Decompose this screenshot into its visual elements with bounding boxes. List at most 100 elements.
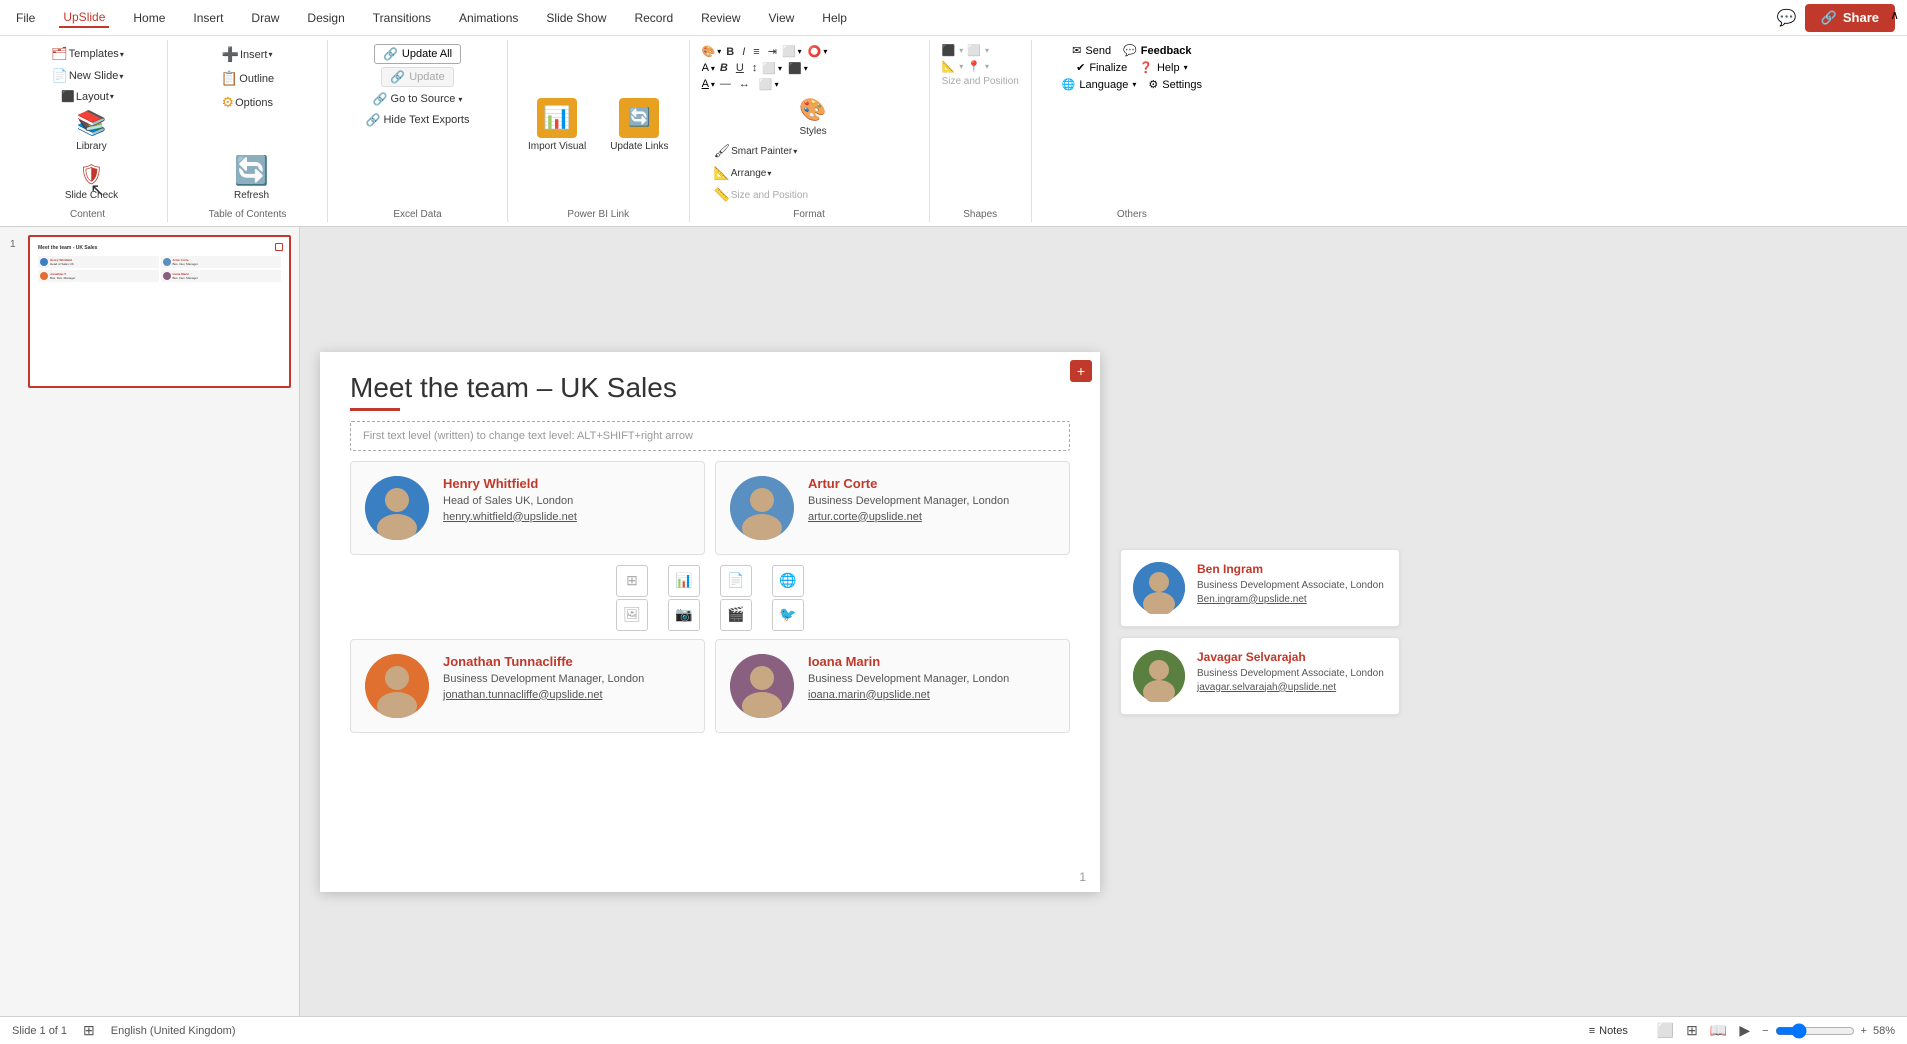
slide-thumbnail-1[interactable]: Meet the team - UK Sales Henry Whitfield… [28,235,291,388]
menu-animations[interactable]: Animations [455,9,522,27]
icon-image[interactable]: 🖼 [616,599,648,631]
icon-camera[interactable]: 📷 [668,599,700,631]
line-btn[interactable]: — [717,77,734,91]
styles-button[interactable]: 🎨 Styles [710,93,917,141]
cols-dropdown[interactable]: ▾ [775,80,779,89]
icon-chart[interactable]: 📊 [668,565,700,597]
update-links-button[interactable]: 🔄 Update Links [602,94,676,156]
language-icon: 🌐 [1062,78,1076,91]
update-all-button[interactable]: 🔗 Update All [374,44,461,64]
options-button[interactable]: ⚙ Options [218,92,278,113]
hide-text-exports-button[interactable]: 🔗 Hide Text Exports [362,111,474,129]
feedback-button[interactable]: 💬 Feedback [1123,44,1191,57]
import-visual-icon: 📊 [537,98,577,138]
shape-pos-dropdown[interactable]: ▾ [985,62,989,71]
menu-review[interactable]: Review [697,9,744,27]
finalize-button[interactable]: ✔ Finalize [1076,61,1127,74]
avatar-artur [730,476,794,540]
list-btn[interactable]: ≡ [750,45,762,59]
shapes-dropdown[interactable]: ▾ [823,47,827,56]
outline-button[interactable]: 📋 Outline [217,68,278,89]
icon-table[interactable]: ⊞ [616,565,648,597]
align-left-dropdown[interactable]: ▾ [778,64,782,73]
view-reading-icon[interactable]: 📖 [1710,1022,1727,1039]
slide-title-underline [350,408,400,411]
go-to-source-label: Go to Source [391,93,456,105]
templates-button[interactable]: 🗂 Templates ▾ [47,44,128,64]
icon-globe[interactable]: 🌐 [772,565,804,597]
library-button[interactable]: 📚 Library [68,105,116,156]
right-card-javagar[interactable]: Javagar Selvarajah Business Development … [1120,637,1400,715]
slide-add-button[interactable]: + [1070,360,1092,382]
table-dropdown[interactable]: ▾ [804,64,808,73]
slide-placeholder[interactable]: First text level (written) to change tex… [350,421,1070,451]
go-to-source-dropdown: ▾ [458,95,462,104]
fill-dropdown[interactable]: ▾ [717,47,721,56]
menu-upslide[interactable]: UpSlide [59,8,109,28]
insert-button[interactable]: ➕ Insert ▾ [218,44,278,65]
underline-dropdown[interactable]: ▾ [711,80,715,89]
underline-color-icon: A [702,78,709,90]
arrange-button[interactable]: 📐 Arrange ▾ [710,163,917,183]
menu-slideshow[interactable]: Slide Show [542,9,610,27]
team-card-artur[interactable]: Artur Corte Business Development Manager… [715,461,1070,555]
import-visual-button[interactable]: 📊 Import Visual [520,94,594,156]
team-card-ioana[interactable]: Ioana Marin Business Development Manager… [715,639,1070,733]
menu-view[interactable]: View [765,9,799,27]
go-to-source-button[interactable]: 🔗 Go to Source ▾ [369,90,467,108]
chat-icon[interactable]: 💬 [1777,8,1797,28]
menu-insert[interactable]: Insert [189,9,227,27]
notes-button[interactable]: ≡ Notes [1585,1023,1645,1039]
bold-btn2[interactable]: B [717,61,731,75]
chevron-up-icon: ∧ [1890,8,1899,22]
menu-home[interactable]: Home [129,9,169,27]
shape-align-dropdown[interactable]: ▾ [985,46,989,55]
zoom-out-button[interactable]: − [1762,1025,1768,1037]
powerbi-group-label: Power BI Link [520,205,677,222]
menu-record[interactable]: Record [630,9,677,27]
team-card-henry[interactable]: Henry Whitfield Head of Sales UK, London… [350,461,705,555]
smart-painter-button[interactable]: 🖌 Smart Painter ▾ [710,141,917,161]
layout-button[interactable]: ⬛ Layout ▾ [57,88,118,105]
view-slideshow-icon[interactable]: ▶ [1739,1022,1750,1039]
shape-size-dropdown[interactable]: ▾ [959,62,963,71]
help-button[interactable]: ❓ Help ▾ [1139,61,1187,74]
menu-transitions[interactable]: Transitions [369,9,435,27]
menu-help[interactable]: Help [818,9,851,27]
view-slide-sorter-icon[interactable]: ⊞ [1686,1022,1698,1039]
zoom-slider[interactable] [1775,1023,1855,1039]
line-spacing-btn[interactable]: ↕ [749,61,761,75]
team-card-jonathan[interactable]: Jonathan Tunnacliffe Business Developmen… [350,639,705,733]
icon-twitter[interactable]: 🐦 [772,599,804,631]
thumb-avatar-3 [40,272,48,280]
font-dropdown[interactable]: ▾ [711,64,715,73]
settings-button[interactable]: ⚙ Settings [1148,78,1202,91]
right-card-ben[interactable]: Ben Ingram Business Development Associat… [1120,549,1400,627]
italic-btn[interactable]: I [739,45,748,59]
library-icon: 📚 [77,109,107,138]
zoom-in-button[interactable]: + [1861,1025,1867,1037]
menu-file[interactable]: File [12,9,39,27]
icon-text[interactable]: 📄 [720,565,752,597]
slide-check-button[interactable]: 🛡 Slide Check [57,158,126,205]
menu-draw[interactable]: Draw [247,9,283,27]
ribbon-collapse-button[interactable]: ∧ [1890,8,1899,22]
fit-page-icon[interactable]: ⊞ [83,1022,95,1039]
shape-arrange-dropdown[interactable]: ▾ [959,46,963,55]
view-normal-icon[interactable]: ⬜ [1657,1022,1674,1039]
indent-btn[interactable]: ⇥ [765,44,780,59]
align-dropdown[interactable]: ▾ [798,47,802,56]
bold-btn[interactable]: B [723,45,737,59]
send-button[interactable]: ✉ Send [1072,44,1111,57]
slide-canvas[interactable]: + Meet the team – UK Sales First text le… [320,352,1100,892]
strikethrough-btn[interactable]: U [733,61,747,75]
spacing-btn[interactable]: ↔ [736,77,753,91]
role-artur: Business Development Manager, London [808,495,1055,507]
share-button[interactable]: 🔗 Share [1805,4,1895,32]
size-position-button[interactable]: 📏 Size and Position [710,185,917,205]
new-slide-button[interactable]: 📄 New Slide ▾ [48,66,128,86]
language-button[interactable]: 🌐 Language ▾ [1062,78,1137,91]
icon-film[interactable]: 🎬 [720,599,752,631]
menu-design[interactable]: Design [303,9,348,27]
refresh-button[interactable]: 🔄 Refresh [188,150,315,205]
